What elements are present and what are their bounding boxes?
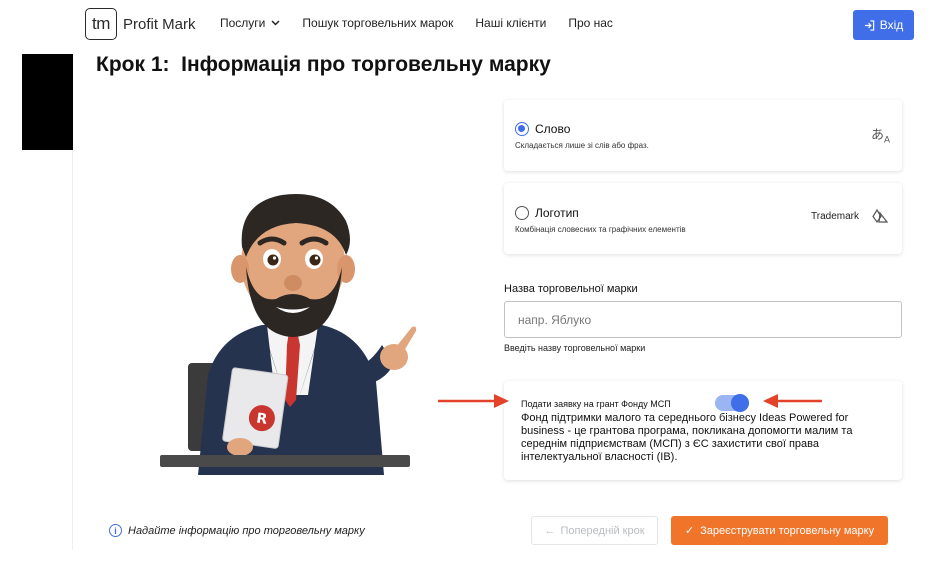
- logo[interactable]: tm Profit Mark: [85, 8, 196, 40]
- login-icon: [864, 19, 874, 31]
- info-text: Надайте інформацію про торговельну марку: [128, 524, 365, 537]
- trademark-name-help: Введіть назву торговельної марки: [504, 343, 646, 353]
- info-hint: i Надайте інформацію про торговельну мар…: [109, 524, 365, 537]
- main-nav: Послуги Пошук торговельних марок Наші кл…: [220, 16, 613, 30]
- register-label: Зареєструвати торговельну марку: [700, 524, 875, 537]
- option-title: Слово: [535, 122, 571, 136]
- grant-toggle[interactable]: [715, 394, 749, 412]
- chevron-down-icon: [271, 20, 280, 26]
- grant-description: Фонд підтримки малого та середнього бізн…: [521, 412, 853, 463]
- option-card-word[interactable]: Слово Складається лише зі слів або фраз.…: [504, 100, 902, 171]
- arrow-left-icon: ←: [544, 524, 556, 537]
- previous-step-button[interactable]: ← Попередній крок: [531, 516, 658, 545]
- arrow-left-icon: [763, 394, 822, 408]
- checkmark-icon: ✓: [684, 525, 695, 537]
- trademark-name-label: Назва торговельної марки: [504, 283, 638, 295]
- option-subtitle: Складається лише зі слів або фраз.: [515, 141, 649, 150]
- divider: [72, 150, 73, 550]
- nav-item-services[interactable]: Послуги: [220, 16, 280, 30]
- login-button[interactable]: Вхід: [853, 10, 914, 40]
- trademark-name-input[interactable]: [504, 301, 902, 338]
- page-title: Крок 1: Інформація про торговельну марку: [96, 53, 551, 76]
- login-label: Вхід: [879, 18, 904, 32]
- option-subtitle: Комбінація словесних та графічних елемен…: [515, 225, 686, 234]
- grant-card: Подати заявку на грант Фонду МСП Фонд пі…: [504, 381, 902, 480]
- nav-item-label: Послуги: [220, 16, 266, 30]
- redaction-block: [22, 54, 73, 150]
- grant-title: Подати заявку на грант Фонду МСП: [521, 399, 671, 409]
- nav-item-clients[interactable]: Наші клієнти: [475, 16, 546, 30]
- previous-step-label: Попередній крок: [560, 524, 645, 537]
- translate-icon: あA: [871, 127, 891, 145]
- trademark-tag: Trademark: [811, 211, 859, 222]
- info-icon: i: [109, 524, 122, 537]
- radio-logo[interactable]: [515, 206, 529, 220]
- nav-item-trademark-search[interactable]: Пошук торговельних марок: [302, 16, 453, 30]
- shapes-icon: [872, 209, 888, 223]
- businessman-illustration: R: [160, 194, 417, 475]
- arrow-right-icon: [438, 394, 509, 408]
- option-card-logo[interactable]: Логотип Комбінація словесних та графічни…: [504, 183, 902, 254]
- logo-text: Profit Mark: [123, 15, 196, 33]
- nav-item-about[interactable]: Про нас: [568, 16, 613, 30]
- toggle-knob: [731, 394, 749, 412]
- logo-mark: tm: [85, 8, 117, 40]
- register-trademark-button[interactable]: ✓ Зареєструвати торговельну марку: [671, 516, 888, 545]
- radio-word[interactable]: [515, 122, 529, 136]
- option-title: Логотип: [535, 206, 579, 220]
